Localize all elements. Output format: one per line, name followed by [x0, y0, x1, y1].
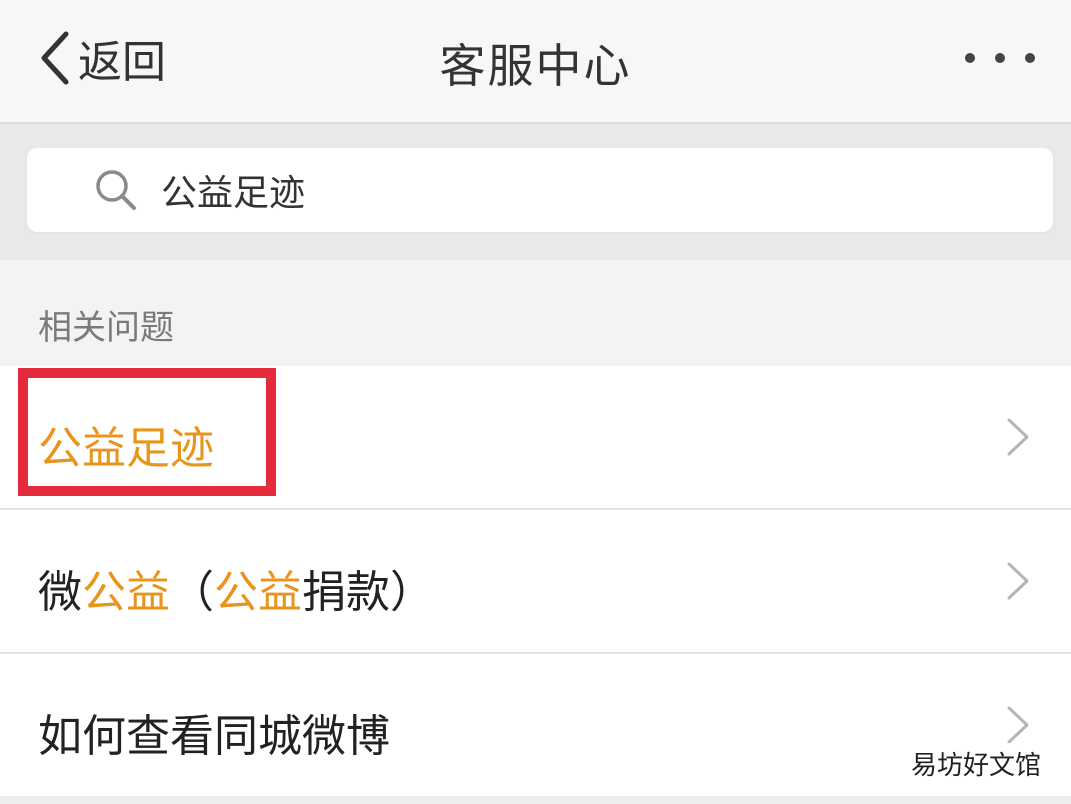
- highlighted-keyword: 公益: [214, 567, 302, 618]
- chevron-right-icon: [1007, 418, 1029, 456]
- question-text-part: 微: [38, 567, 82, 618]
- question-text: 微公益（公益捐款）: [38, 556, 434, 620]
- annotation-highlight-box: [18, 368, 276, 496]
- search-input[interactable]: [159, 168, 963, 212]
- highlighted-keyword: 公益: [82, 567, 170, 618]
- section-heading: 相关问题: [38, 308, 174, 348]
- question-row[interactable]: 微公益（公益捐款）: [0, 510, 1071, 654]
- question-text-part: 如何查看同城微博: [38, 711, 390, 762]
- search-box[interactable]: [27, 148, 1053, 232]
- search-area: [0, 124, 1071, 260]
- question-list: 公益足迹 微公益（公益捐款） 如何查看同城微博: [0, 366, 1071, 798]
- question-text: 如何查看同城微博: [38, 700, 390, 764]
- chevron-right-icon: [1007, 562, 1029, 600]
- bottom-spacer: [0, 796, 1071, 804]
- navigation-bar: 返回 客服中心: [0, 0, 1071, 124]
- question-text-part: 捐款）: [302, 567, 434, 618]
- search-icon: [96, 170, 136, 210]
- more-dots-icon[interactable]: [965, 40, 1035, 76]
- question-text-part: （: [170, 567, 214, 618]
- section-header: 相关问题: [0, 260, 1071, 366]
- chevron-right-icon: [1007, 706, 1029, 744]
- watermark: 易坊好文馆: [904, 743, 1047, 784]
- question-row[interactable]: 公益足迹: [0, 366, 1071, 510]
- page-title: 客服中心: [439, 39, 632, 93]
